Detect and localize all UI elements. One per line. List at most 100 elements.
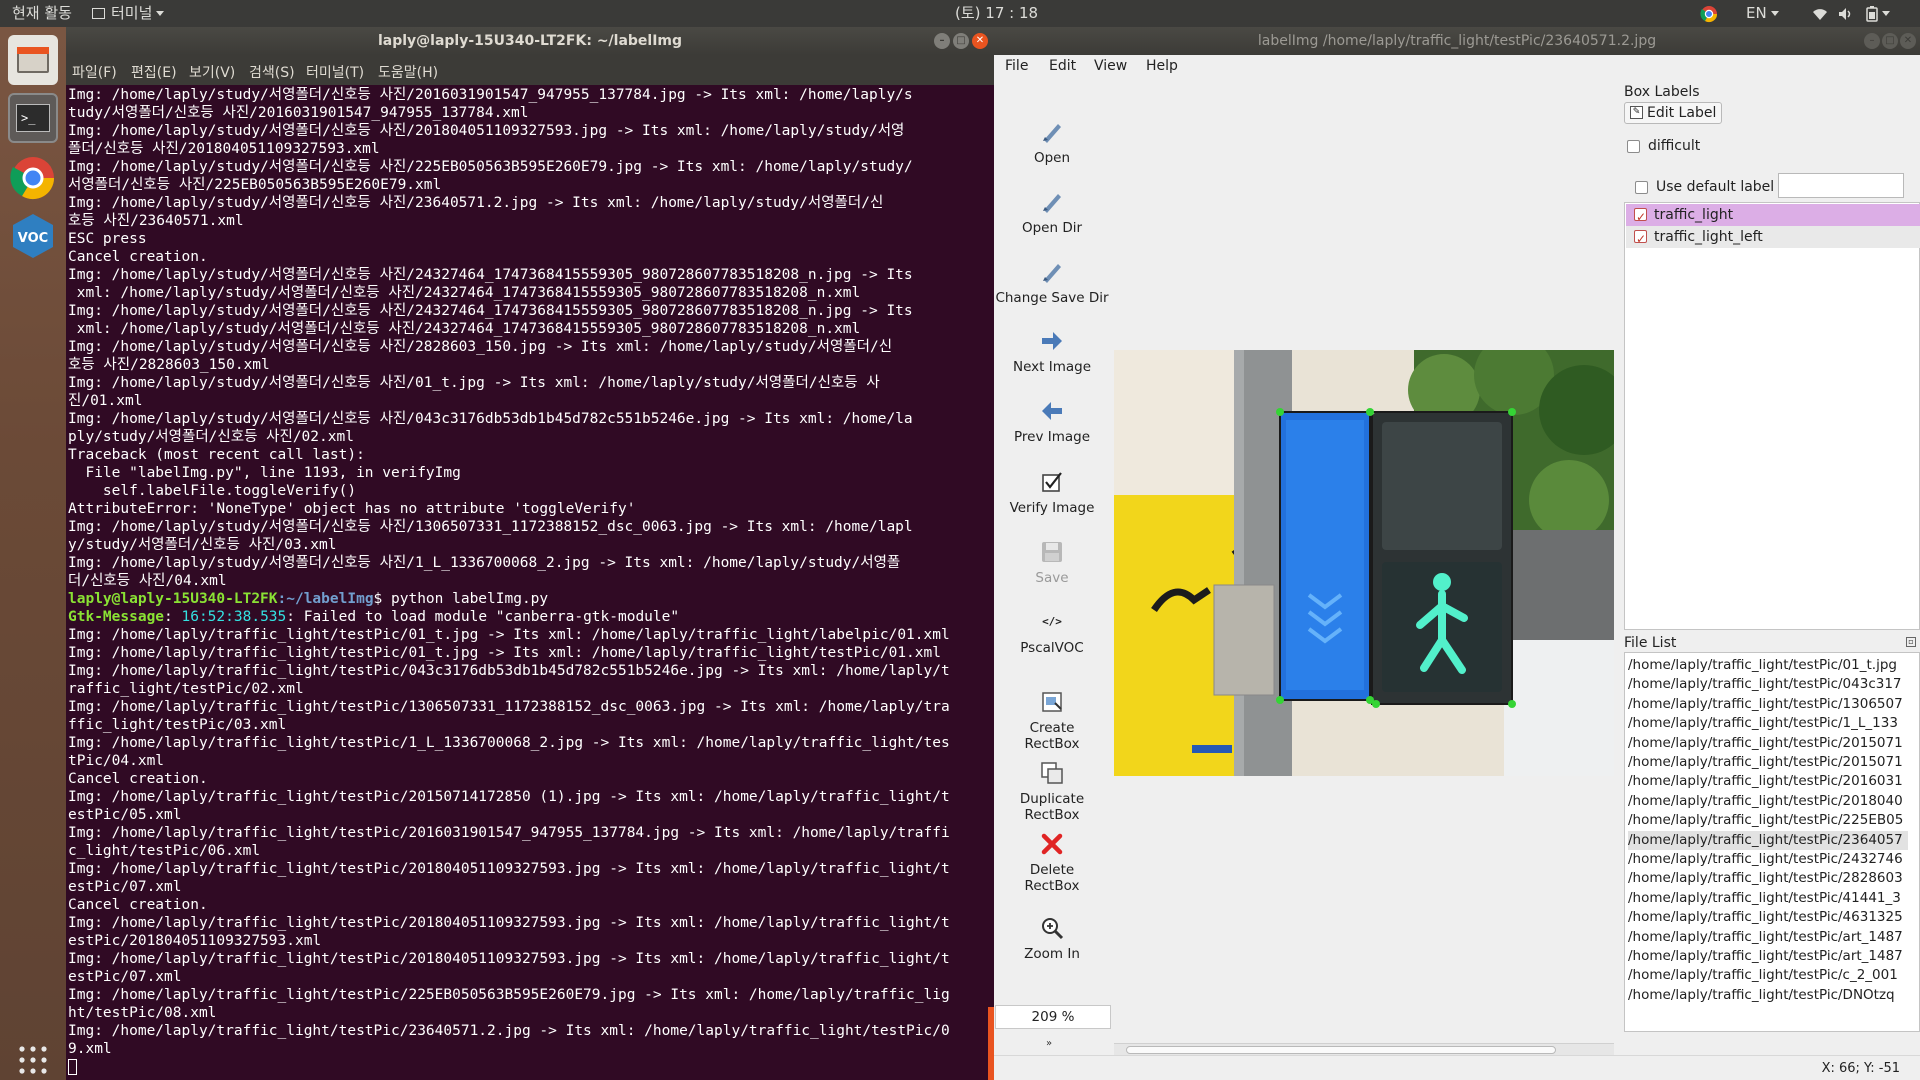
terminal-app-icon[interactable]: >_ [8, 93, 58, 143]
battery-icon[interactable] [1866, 0, 1890, 27]
menu-edit[interactable]: 편집(E) [131, 62, 177, 82]
open-dir-button[interactable]: Open Dir [994, 190, 1110, 236]
file-list-item[interactable]: /home/laply/traffic_light/testPic/243274… [1628, 850, 1908, 869]
activities-button[interactable]: 현재 활동 [12, 0, 72, 27]
file-list-item[interactable]: /home/laply/traffic_light/testPic/225EB0… [1628, 811, 1908, 830]
terminal-line: ply/study/서영폴더/신호등 사진/02.xml [68, 429, 354, 445]
bbox-handle[interactable] [1276, 408, 1284, 416]
file-list-item[interactable]: /home/laply/traffic_light/testPic/01_t.j… [1628, 656, 1908, 675]
menu-edit[interactable]: Edit [1049, 58, 1076, 74]
terminal-titlebar[interactable]: laply@laply-15U340-LT2FK: ~/labelImg – □… [66, 27, 994, 55]
clock[interactable]: (토) 17 : 18 [955, 0, 1038, 27]
labelimg-titlebar[interactable]: labelImg /home/laply/traffic_light/testP… [994, 27, 1920, 55]
chrome-app-icon[interactable] [8, 153, 58, 203]
file-list-item[interactable]: /home/laply/traffic_light/testPic/art_14… [1628, 928, 1908, 947]
terminal-line: Img: /home/laply/traffic_light/testPic/0… [68, 663, 950, 679]
duplicate-rectbox-button[interactable]: Duplicate RectBox [994, 761, 1110, 823]
use-default-label-checkbox[interactable] [1635, 181, 1648, 194]
menu-file[interactable]: 파일(F) [72, 62, 117, 82]
save-button[interactable]: Save [994, 540, 1110, 586]
bbox-handle[interactable] [1366, 408, 1374, 416]
maximize-icon[interactable]: □ [953, 33, 969, 49]
terminal-line: ht/testPic/08.xml [68, 1005, 217, 1021]
file-list-item[interactable]: /home/laply/traffic_light/testPic/201804… [1628, 792, 1908, 811]
label-list[interactable]: traffic_light traffic_light_left [1624, 202, 1920, 630]
bbox-handle[interactable] [1508, 700, 1516, 708]
next-image-button[interactable]: Next Image [994, 329, 1110, 375]
label-visibility-checkbox[interactable] [1634, 228, 1647, 250]
labelimg-window: labelImg /home/laply/traffic_light/testP… [994, 27, 1920, 1080]
file-list-item[interactable]: /home/laply/traffic_light/testPic/DNOtzq [1628, 986, 1908, 1005]
canvas-horizontal-scrollbar[interactable] [1114, 1043, 1614, 1055]
terminal-line: Img: /home/laply/traffic_light/testPic/1… [68, 699, 950, 715]
language-menu[interactable]: EN [1746, 0, 1779, 27]
show-apps-icon[interactable] [18, 1045, 48, 1075]
minimize-icon[interactable]: – [1864, 33, 1880, 49]
terminal-output[interactable]: Img: /home/laply/study/서영폴더/신호등 사진/20160… [68, 86, 980, 1080]
menu-terminal[interactable]: 터미널(T) [306, 62, 364, 82]
bbox-handle[interactable] [1276, 696, 1284, 704]
file-list-item[interactable]: /home/laply/traffic_light/testPic/282860… [1628, 869, 1908, 888]
file-list-item[interactable]: /home/laply/traffic_light/testPic/c_2_00… [1628, 966, 1908, 985]
menu-help[interactable]: 도움말(H) [378, 62, 438, 82]
menu-help[interactable]: Help [1146, 58, 1178, 74]
close-icon[interactable]: ✕ [1900, 33, 1916, 49]
zoom-spinbox[interactable]: 209 % [995, 1005, 1111, 1029]
file-list-item[interactable]: /home/laply/traffic_light/testPic/463132… [1628, 908, 1908, 927]
file-list-item[interactable]: /home/laply/traffic_light/testPic/236405… [1628, 830, 1908, 850]
menu-search[interactable]: 검색(S) [249, 62, 295, 82]
default-label-input[interactable] [1778, 173, 1904, 198]
terminal-line: Img: /home/laply/study/서영폴더/신호등 사진/13065… [68, 519, 913, 535]
file-list-item[interactable]: /home/laply/traffic_light/testPic/201507… [1628, 753, 1908, 772]
file-list[interactable]: /home/laply/traffic_light/testPic/01_t.j… [1624, 652, 1920, 1032]
toolbar-extension-icon[interactable]: » [1046, 1038, 1052, 1049]
minimize-icon[interactable]: – [934, 33, 950, 49]
app-menu[interactable]: 터미널 [92, 0, 165, 27]
terminal-line: 9.xml [68, 1041, 112, 1057]
delete-rectbox-button[interactable]: Delete RectBox [994, 832, 1110, 894]
create-rectbox-button[interactable]: Create RectBox [994, 690, 1110, 752]
file-list-item[interactable]: /home/laply/traffic_light/testPic/1_L_13… [1628, 714, 1908, 733]
wifi-icon[interactable] [1812, 0, 1828, 27]
menu-view[interactable]: View [1094, 58, 1127, 74]
terminal-line: Img: /home/laply/study/서영폴더/신호등 사진/23640… [68, 195, 884, 211]
maximize-icon[interactable]: □ [1882, 33, 1898, 49]
dock-float-icon[interactable]: ▫ [1906, 637, 1916, 647]
close-icon[interactable]: ✕ [972, 33, 988, 49]
scrollbar-thumb[interactable] [1126, 1046, 1556, 1054]
edit-label-button[interactable]: ✎ Edit Label [1624, 102, 1722, 124]
volume-icon[interactable] [1838, 0, 1854, 27]
label-visibility-checkbox[interactable] [1634, 206, 1647, 228]
file-list-item[interactable]: /home/laply/traffic_light/testPic/art_14… [1628, 947, 1908, 966]
terminal-line: ESC press [68, 231, 147, 247]
file-list-item[interactable]: /home/laply/traffic_light/testPic/201603… [1628, 772, 1908, 791]
verify-image-button[interactable]: Verify Image [994, 470, 1110, 516]
change-save-dir-button[interactable]: Change Save Dir [994, 260, 1110, 306]
terminal-cursor-line [68, 1058, 980, 1076]
menu-file[interactable]: File [1005, 58, 1028, 74]
annotated-image[interactable] [1114, 350, 1614, 776]
file-list-heading: File List [1624, 635, 1677, 651]
open-button[interactable]: Open [994, 120, 1110, 166]
file-list-item[interactable]: /home/laply/traffic_light/testPic/130650… [1628, 695, 1908, 714]
terminal-line: Img: /home/laply/traffic_light/testPic/1… [68, 735, 950, 751]
label-item-traffic-light-left[interactable]: traffic_light_left [1626, 226, 1920, 250]
file-list-item[interactable]: /home/laply/traffic_light/testPic/41441_… [1628, 889, 1908, 908]
difficult-checkbox[interactable] [1627, 140, 1640, 153]
image-canvas[interactable] [1114, 80, 1614, 1055]
file-list-item[interactable]: /home/laply/traffic_light/testPic/043c31… [1628, 675, 1908, 694]
bbox-handle[interactable] [1508, 408, 1516, 416]
prev-image-button[interactable]: Prev Image [994, 399, 1110, 445]
file-list-item[interactable]: /home/laply/traffic_light/testPic/201507… [1628, 734, 1908, 753]
change-save-dir-icon [1043, 264, 1061, 283]
bbox-handle[interactable] [1372, 700, 1380, 708]
menu-view[interactable]: 보기(V) [189, 62, 235, 82]
bbox-traffic-light-left[interactable] [1279, 411, 1371, 701]
terminal-line: xml: /home/laply/study/서영폴더/신호등 사진/24327… [68, 285, 861, 301]
label-item-traffic-light[interactable]: traffic_light [1626, 204, 1920, 228]
format-toggle-button[interactable]: </> PscalVOC [994, 610, 1110, 656]
files-app-icon[interactable] [8, 35, 58, 85]
zoom-in-button[interactable]: Zoom In [994, 916, 1110, 962]
voc-app-icon[interactable]: VOC [8, 211, 58, 261]
chrome-tray-icon[interactable] [1700, 0, 1718, 27]
